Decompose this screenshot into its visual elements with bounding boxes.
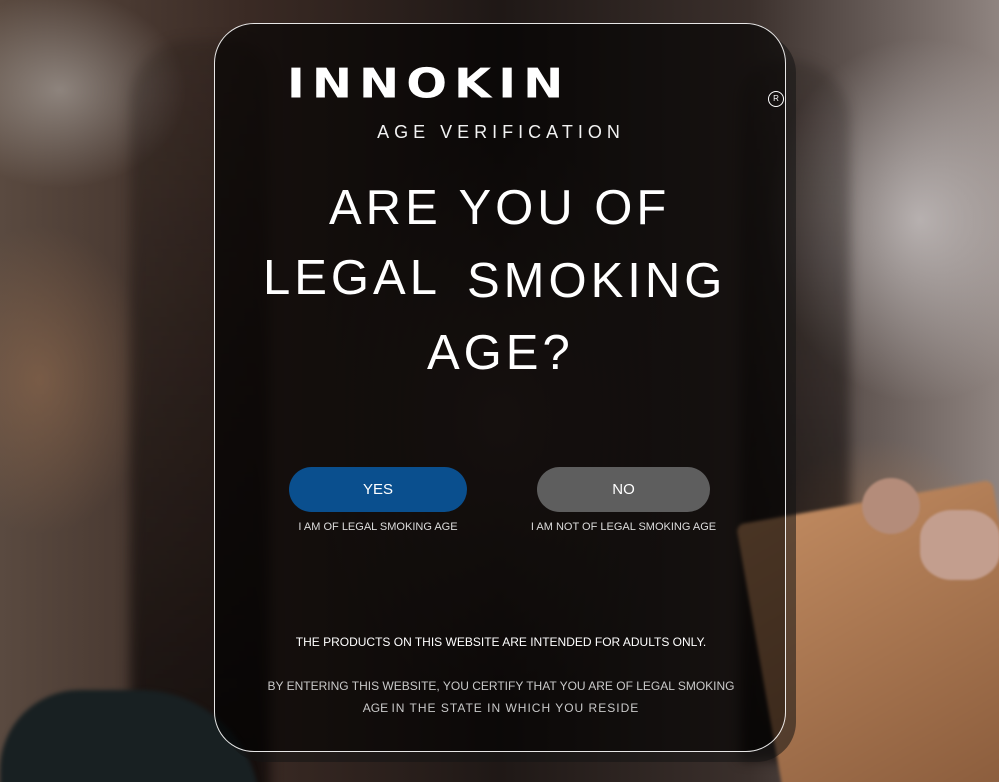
headline-line-1: ARE YOU OF (329, 181, 671, 235)
age-verification-modal: INNOKIN R AGE VERIFICATION ARE YOU OF LE… (214, 23, 786, 752)
certification-text-tail: IN THE STATE IN WHICH YOU RESIDE (391, 701, 640, 715)
certification-text: BY ENTERING THIS WEBSITE, YOU CERTIFY TH… (263, 675, 739, 719)
headline-line-3: AGE? (427, 326, 574, 380)
no-caption: I AM NOT OF LEGAL SMOKING AGE (530, 521, 717, 533)
adults-only-notice: THE PRODUCTS ON THIS WEBSITE ARE INTENDE… (295, 635, 707, 649)
background-hand (920, 510, 999, 580)
yes-button[interactable]: YES (289, 467, 467, 512)
headline-line-2b: SMOKING (467, 254, 727, 308)
no-button[interactable]: NO (537, 467, 710, 512)
modal-subtitle: AGE VERIFICATION (377, 122, 625, 142)
background-finger (862, 478, 920, 534)
headline-line-2a: LEGAL (263, 251, 441, 305)
logo-wordmark: INNOKIN (287, 60, 571, 108)
yes-caption: I AM OF LEGAL SMOKING AGE (298, 521, 458, 533)
registered-mark-icon: R (768, 91, 784, 107)
innokin-logo: INNOKIN R (287, 58, 784, 118)
